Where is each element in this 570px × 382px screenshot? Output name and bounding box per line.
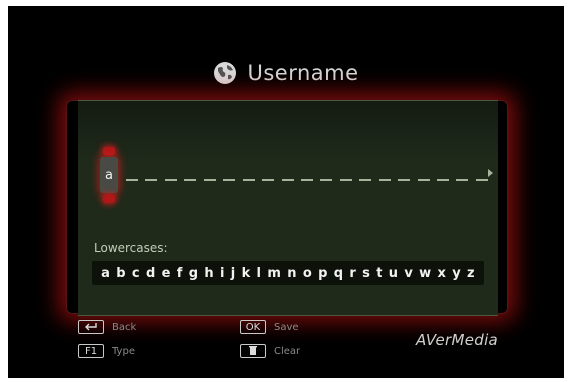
char-slot bbox=[378, 179, 391, 181]
letter-key[interactable]: a bbox=[101, 266, 110, 281]
char-slot bbox=[437, 179, 449, 181]
letter-key[interactable]: w bbox=[419, 266, 431, 281]
letter-key[interactable]: k bbox=[242, 266, 251, 281]
char-slot bbox=[203, 179, 216, 181]
hint-type[interactable]: F1 Type bbox=[78, 344, 135, 358]
char-slot bbox=[164, 179, 177, 181]
letter-key[interactable]: t bbox=[376, 266, 382, 281]
letter-key[interactable]: m bbox=[267, 266, 281, 281]
char-slot bbox=[359, 179, 372, 181]
char-slot bbox=[281, 179, 294, 181]
letter-key[interactable]: f bbox=[177, 266, 183, 281]
char-slot bbox=[320, 179, 333, 181]
return-key[interactable] bbox=[78, 320, 104, 334]
f1-key[interactable]: F1 bbox=[78, 344, 104, 358]
back-label: Back bbox=[112, 321, 137, 333]
letter-key[interactable]: h bbox=[204, 266, 213, 281]
letter-key[interactable]: d bbox=[146, 266, 155, 281]
charset-label: Lowercases: bbox=[94, 241, 168, 255]
type-label: Type bbox=[112, 345, 135, 357]
save-label: Save bbox=[274, 321, 299, 333]
char-slot bbox=[300, 179, 313, 181]
char-slot bbox=[145, 179, 158, 181]
arrow-right-icon[interactable] bbox=[488, 169, 493, 177]
letter-key[interactable]: n bbox=[287, 266, 296, 281]
globe-icon bbox=[214, 62, 237, 84]
char-cursor[interactable]: a bbox=[100, 147, 118, 203]
brand-logo: AVerMedia bbox=[416, 331, 499, 349]
arrow-down-icon[interactable] bbox=[103, 195, 115, 203]
empty-char-slots bbox=[126, 179, 488, 183]
letter-key[interactable]: p bbox=[318, 266, 327, 281]
char-slot bbox=[456, 179, 469, 181]
trash-icon bbox=[249, 346, 257, 355]
clear-key[interactable] bbox=[240, 344, 266, 358]
char-slot bbox=[262, 179, 275, 181]
hint-save[interactable]: OK Save bbox=[240, 320, 299, 334]
hint-clear[interactable]: Clear bbox=[240, 344, 300, 358]
letter-key[interactable]: z bbox=[467, 266, 475, 281]
char-slot bbox=[475, 179, 488, 181]
footer-hints: Back F1 Type OK Save Clear AVerMedia bbox=[8, 312, 564, 372]
ok-key[interactable]: OK bbox=[240, 320, 266, 334]
char-slot bbox=[223, 179, 236, 181]
page-title: Username bbox=[247, 61, 359, 85]
return-icon bbox=[85, 323, 97, 331]
letter-key[interactable]: y bbox=[452, 266, 460, 281]
letter-key[interactable]: s bbox=[362, 266, 370, 281]
letter-key[interactable]: q bbox=[334, 266, 343, 281]
letter-key[interactable]: e bbox=[162, 266, 171, 281]
current-char: a bbox=[105, 167, 113, 183]
letter-key[interactable]: i bbox=[220, 266, 224, 281]
char-slot bbox=[184, 179, 197, 181]
letter-strip: abcdefghijklmnopqrstuvwxyz bbox=[92, 261, 484, 285]
char-slot bbox=[398, 179, 411, 181]
arrow-up-icon[interactable] bbox=[103, 147, 115, 155]
current-char-box[interactable]: a bbox=[100, 157, 118, 193]
letter-key[interactable]: j bbox=[231, 266, 235, 281]
letter-key[interactable]: u bbox=[389, 266, 398, 281]
char-slot bbox=[242, 179, 255, 181]
letter-key[interactable]: c bbox=[132, 266, 140, 281]
username-editor-panel: a Lowercases: abcdefghijklmnopqrstuvwxyz bbox=[78, 100, 498, 316]
char-slot bbox=[339, 179, 352, 181]
letter-key[interactable]: g bbox=[189, 266, 198, 281]
letter-key[interactable]: x bbox=[437, 266, 445, 281]
letter-key[interactable]: v bbox=[404, 266, 412, 281]
clear-label: Clear bbox=[274, 345, 301, 357]
letter-key[interactable]: o bbox=[303, 266, 312, 281]
letter-key[interactable]: l bbox=[257, 266, 261, 281]
char-slot bbox=[126, 179, 138, 181]
char-slot bbox=[417, 179, 430, 181]
hint-back[interactable]: Back bbox=[78, 320, 136, 334]
letter-key[interactable]: b bbox=[116, 266, 125, 281]
letter-key[interactable]: r bbox=[349, 266, 355, 281]
setup-screen: Username a Lowercases: abcdefghijklmnopq… bbox=[8, 6, 564, 378]
page-header: Username bbox=[8, 56, 564, 90]
